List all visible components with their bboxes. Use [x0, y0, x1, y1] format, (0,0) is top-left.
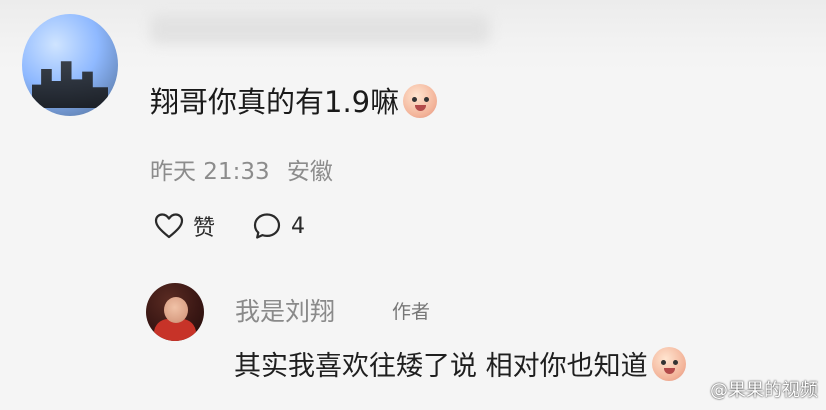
avatar-face — [164, 297, 188, 323]
reply-button[interactable]: 4 — [251, 210, 305, 242]
comment-text: 翔哥你真的有1.9嘛 — [150, 82, 438, 122]
reply-text-content: 其实我喜欢往矮了说 相对你也知道 — [234, 351, 648, 382]
heart-outline-icon — [154, 213, 184, 239]
reply-avatar[interactable] — [146, 283, 204, 341]
blurred-username — [150, 14, 490, 44]
comment-location: 安徽 — [286, 159, 333, 185]
reply-username[interactable]: 我是刘翔 — [235, 292, 335, 328]
comment-text-content: 翔哥你真的有1.9嘛 — [150, 85, 400, 119]
blurred-header — [0, 0, 826, 70]
author-badge: 作者 — [392, 301, 431, 323]
commenter-avatar[interactable] — [22, 14, 118, 116]
smiling-face-emoji-icon — [651, 347, 686, 381]
speech-bubble-icon — [253, 213, 281, 239]
comment-actions: 赞 4 — [153, 208, 305, 244]
watermark: @果果的视频 — [710, 380, 818, 401]
avatar-cityscape — [32, 61, 108, 108]
like-label: 赞 — [193, 216, 216, 241]
smiling-face-emoji-icon — [403, 84, 438, 118]
reply-count: 4 — [291, 213, 306, 239]
like-button[interactable]: 赞 — [153, 210, 215, 242]
reply-text: 其实我喜欢往矮了说 相对你也知道 — [234, 344, 686, 383]
comment-time: 昨天 21:33 — [150, 159, 270, 185]
comment-meta: 昨天 21:33 安徽 — [150, 152, 333, 186]
